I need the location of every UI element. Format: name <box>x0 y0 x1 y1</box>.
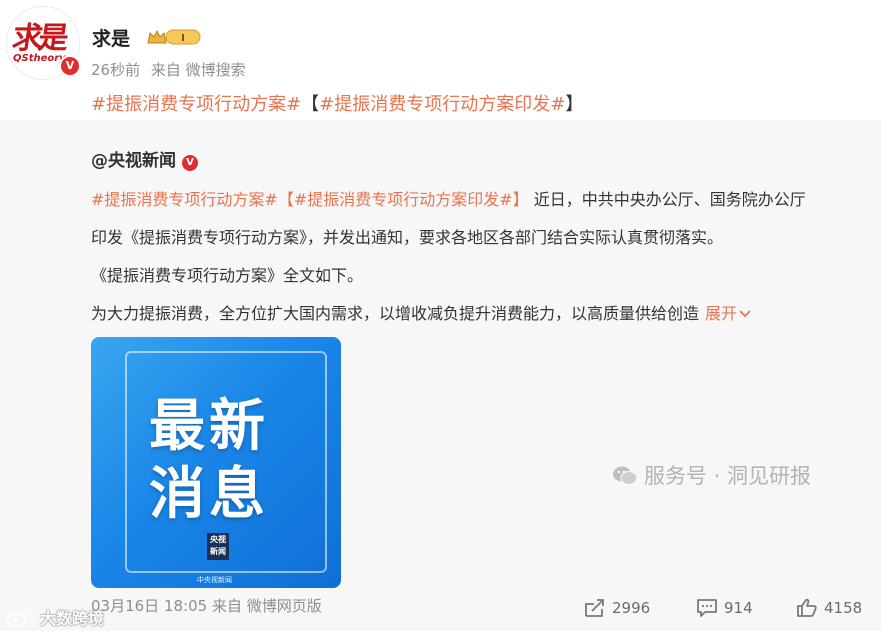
like-count: 4158 <box>824 599 863 617</box>
comment-button[interactable]: 914 <box>696 598 753 618</box>
repost-line-4: 为大力提振消费，全方位扩大国内需求，以增收减负提升消费能力，以高质量供给创造 展开 <box>91 300 751 324</box>
bracket-open: 【 <box>301 94 320 115</box>
verified-icon: V <box>182 155 198 171</box>
expand-link[interactable]: 展开 <box>705 304 751 323</box>
chevron-down-icon <box>739 310 751 318</box>
cctv-logo: 央视新闻 <box>207 533 229 560</box>
repost-text: 近日，中共中央办公厅、国务院办公厅 <box>528 190 806 209</box>
repost-author-name[interactable]: @央视新闻 <box>91 151 176 171</box>
repost-text: 为大力提振消费，全方位扩大国内需求，以增收减负提升消费能力，以高质量供给创造 <box>91 304 700 323</box>
repost-date[interactable]: 03月16日 18:05 <box>91 597 207 615</box>
post-time[interactable]: 26秒前 <box>91 61 140 79</box>
hashtag-link[interactable]: 【#提振消费专项行动方案印发#】 <box>278 190 529 209</box>
hashtag-link[interactable]: #提振消费专项行动方案# <box>91 190 278 209</box>
avatar-subtext: QStheory <box>13 53 66 64</box>
wechat-icon <box>612 465 638 492</box>
repost-line-2: 印发《提振消费专项行动方案》，并发出通知，要求各地区各部门结合实际认真贯彻落实。 <box>91 228 724 247</box>
avatar[interactable]: 求是 QStheory V <box>6 6 81 80</box>
repost-line-3: 《提振消费专项行动方案》全文如下。 <box>91 266 364 285</box>
repost-author[interactable]: @央视新闻 V <box>91 146 198 171</box>
thumbs-up-icon <box>797 598 817 617</box>
hashtag-link[interactable]: #提振消费专项行动方案印发# <box>319 94 565 115</box>
comment-icon <box>697 599 717 617</box>
image-watermark: 中央视新闻 <box>197 576 232 584</box>
repost-line-1: #提振消费专项行动方案#【#提振消费专项行动方案印发#】 近日，中共中央办公厅、… <box>91 186 806 210</box>
avatar-calligraphy: 求是 <box>10 21 67 56</box>
expand-label: 展开 <box>705 304 738 323</box>
wechat-watermark: 服务号 · 洞见研报 <box>612 460 811 492</box>
hashtag-link[interactable]: #提振消费专项行动方案# <box>91 94 301 115</box>
share-icon <box>585 599 604 617</box>
weibo-logo-icon <box>6 611 34 627</box>
wechat-watermark-text: 服务号 · 洞见研报 <box>644 464 812 488</box>
image-title-line2: 消息 <box>149 462 269 527</box>
post-meta: 26秒前 来自 微博搜索 <box>91 59 252 80</box>
repost-count: 2996 <box>612 599 651 617</box>
post-text: #提振消费专项行动方案#【#提振消费专项行动方案印发#】 <box>91 90 583 116</box>
weibo-watermark: 大数跨境 <box>6 605 104 629</box>
weibo-watermark-text: 大数跨境 <box>40 609 105 628</box>
comment-count: 914 <box>724 599 753 617</box>
post-source: 来自 微博搜索 <box>150 61 246 79</box>
level-badge[interactable]: I <box>146 27 202 47</box>
bracket-close: 】 <box>565 94 584 115</box>
author-name[interactable]: 求是 <box>92 24 130 51</box>
repost-button[interactable]: 2996 <box>584 598 650 618</box>
like-button[interactable]: 4158 <box>796 598 862 618</box>
news-image[interactable]: 最新 消息 央视新闻 中央视新闻 <box>91 337 341 588</box>
level-text: I <box>181 33 185 44</box>
repost-card: @央视新闻 V #提振消费专项行动方案#【#提振消费专项行动方案印发#】 近日，中… <box>0 120 881 631</box>
verified-icon: V <box>59 55 81 77</box>
repost-meta: 03月16日 18:05 来自 微博网页版 <box>91 595 322 616</box>
crown-icon <box>147 29 167 44</box>
repost-source: 来自 微博网页版 <box>211 597 322 615</box>
